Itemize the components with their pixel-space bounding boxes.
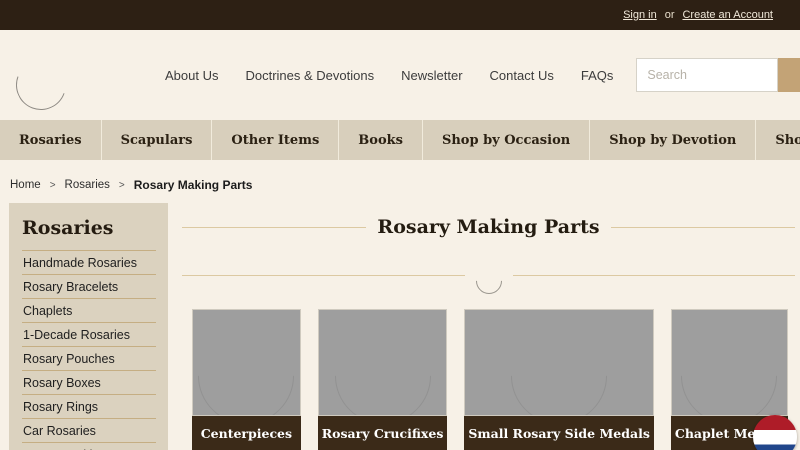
header-link-doctrines-devotions[interactable]: Doctrines & Devotions	[245, 68, 374, 83]
main-panel: Rosary Making Parts Centerpieces Rosary …	[168, 203, 800, 450]
nav-item-shop-by-person[interactable]: Shop by Person	[756, 120, 800, 160]
nav-item-rosaries[interactable]: Rosaries	[0, 120, 102, 160]
sign-in-link[interactable]: Sign in	[623, 9, 657, 21]
or-text: or	[664, 9, 675, 21]
breadcrumb-current-page: Rosary Making Parts	[133, 178, 253, 192]
header-link-newsletter[interactable]: Newsletter	[401, 68, 462, 83]
logo-arc-icon	[7, 51, 75, 119]
category-image-placeholder	[317, 309, 448, 416]
header-nav: About Us Doctrines & Devotions Newslette…	[165, 68, 613, 83]
content-area: Rosaries Handmade Rosaries Rosary Bracel…	[0, 203, 800, 450]
search-bar	[636, 58, 800, 92]
sidebar-item-car-rosaries[interactable]: Car Rosaries	[22, 419, 156, 443]
site-header: About Us Doctrines & Devotions Newslette…	[0, 30, 800, 120]
category-image-placeholder	[192, 309, 301, 416]
category-card-grid: Centerpieces Rosary Crucifixes Small Ros…	[192, 309, 788, 450]
sidebar-item-handmade-rosaries[interactable]: Handmade Rosaries	[22, 251, 156, 275]
nav-item-shop-by-occasion[interactable]: Shop by Occasion	[423, 120, 591, 160]
divider-arc-icon	[470, 262, 507, 300]
category-image-placeholder	[464, 309, 654, 416]
sidebar-title: Rosaries	[22, 217, 156, 251]
category-card-label: Centerpieces	[192, 416, 301, 450]
search-input[interactable]	[636, 58, 779, 92]
category-nav: Rosaries Scapulars Other Items Books Sho…	[0, 120, 800, 160]
image-arc-icon	[491, 310, 627, 415]
nav-item-books[interactable]: Books	[339, 120, 423, 160]
category-card-centerpieces[interactable]: Centerpieces	[192, 309, 301, 450]
sidebar-item-chaplets[interactable]: Chaplets	[22, 299, 156, 323]
breadcrumb-rosaries[interactable]: Rosaries	[65, 179, 110, 191]
image-arc-icon	[671, 310, 787, 415]
category-card-rosary-crucifixes[interactable]: Rosary Crucifixes	[317, 309, 448, 450]
page-title-row: Rosary Making Parts	[182, 216, 795, 238]
category-image-placeholder	[670, 309, 788, 416]
nav-item-scapulars[interactable]: Scapulars	[102, 120, 213, 160]
category-sidebar: Rosaries Handmade Rosaries Rosary Bracel…	[9, 203, 168, 450]
header-link-faqs[interactable]: FAQs	[581, 68, 614, 83]
image-arc-icon	[318, 310, 447, 415]
category-card-label: Small Rosary Side Medals	[464, 416, 654, 450]
title-rule-right	[610, 226, 795, 228]
sidebar-item-rosary-boxes[interactable]: Rosary Boxes	[22, 371, 156, 395]
site-logo[interactable]	[7, 30, 165, 120]
image-arc-icon	[192, 310, 300, 415]
nav-item-other-items[interactable]: Other Items	[212, 120, 340, 160]
header-link-about-us[interactable]: About Us	[165, 68, 218, 83]
breadcrumb-separator: >	[118, 179, 125, 191]
decorative-divider	[182, 262, 795, 300]
sidebar-item-rosary-making-parts[interactable]: Rosary Making Parts	[22, 443, 156, 450]
sidebar-item-rosary-pouches[interactable]: Rosary Pouches	[22, 347, 156, 371]
create-account-link[interactable]: Create an Account	[682, 9, 773, 21]
breadcrumb-home[interactable]: Home	[10, 179, 41, 191]
divider-rule-right	[512, 275, 795, 276]
search-button[interactable]	[778, 58, 800, 92]
breadcrumb-separator: >	[49, 179, 56, 191]
nav-item-shop-by-devotion[interactable]: Shop by Devotion	[590, 120, 757, 160]
title-rule-left	[182, 226, 367, 228]
category-card-label: Rosary Crucifixes	[317, 416, 448, 450]
divider-rule-left	[182, 275, 465, 276]
sidebar-item-1-decade-rosaries[interactable]: 1-Decade Rosaries	[22, 323, 156, 347]
breadcrumb: Home > Rosaries > Rosary Making Parts	[0, 160, 800, 195]
sidebar-item-rosary-bracelets[interactable]: Rosary Bracelets	[22, 275, 156, 299]
page-title: Rosary Making Parts	[377, 216, 600, 238]
header-link-contact-us[interactable]: Contact Us	[490, 68, 554, 83]
sidebar-item-rosary-rings[interactable]: Rosary Rings	[22, 395, 156, 419]
account-topbar: Sign in or Create an Account	[0, 0, 800, 30]
category-card-small-rosary-side-medals[interactable]: Small Rosary Side Medals	[464, 309, 654, 450]
